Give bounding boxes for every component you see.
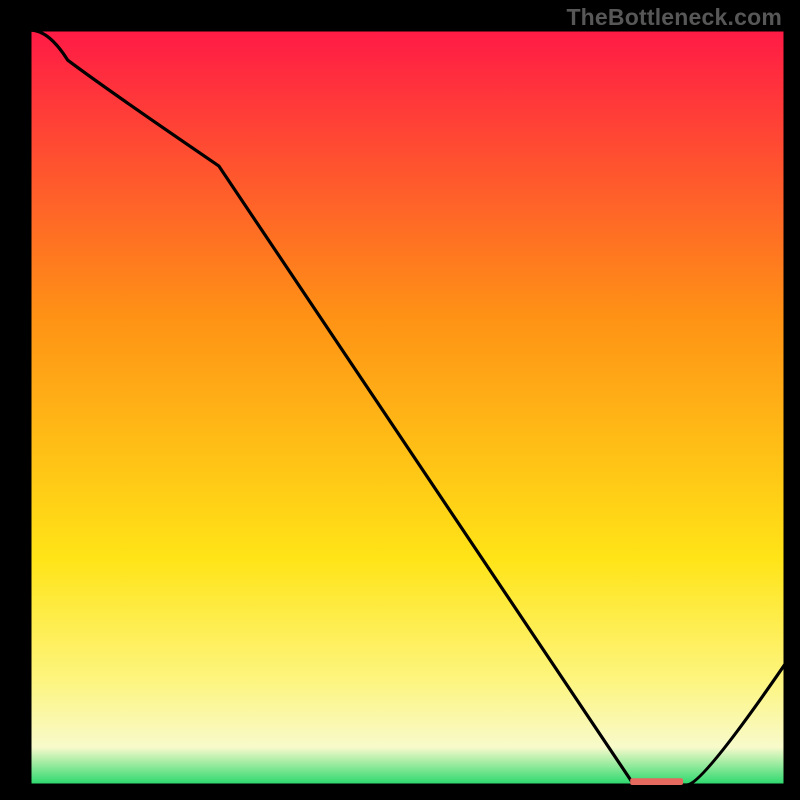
minimum-marker [630, 778, 683, 785]
chart-svg [0, 0, 800, 800]
gradient-background [30, 30, 785, 785]
chart-container: TheBottleneck.com [0, 0, 800, 800]
